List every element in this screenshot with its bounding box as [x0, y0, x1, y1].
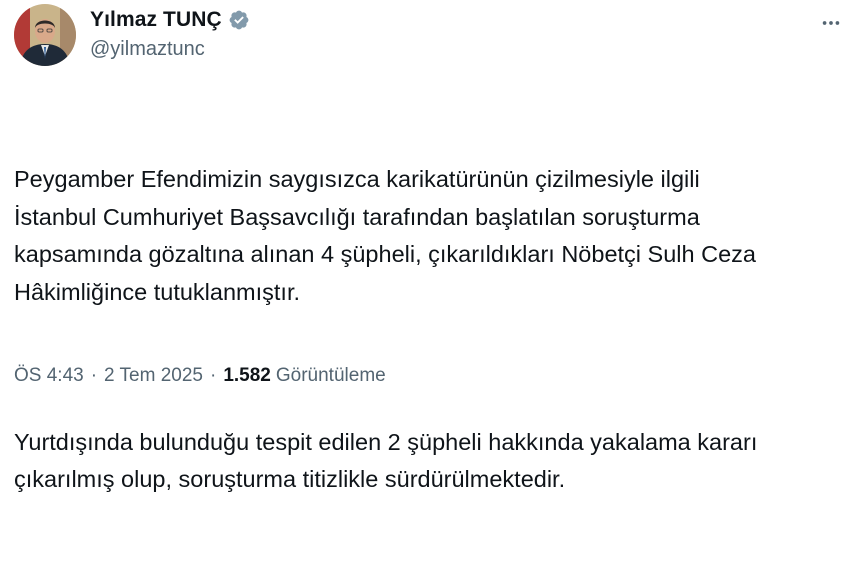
meta-separator: · — [210, 365, 217, 386]
tweet-time[interactable]: ÖS 4:43 — [14, 365, 84, 387]
author-name-row: Yılmaz TUNÇ — [90, 6, 250, 34]
views-count: 1.582 — [223, 365, 271, 386]
avatar[interactable] — [14, 4, 76, 66]
more-options-icon[interactable] — [814, 6, 848, 40]
tweet-paragraph: Peygamber Efendimizin saygısızca karikat… — [14, 166, 756, 305]
meta-separator: · — [90, 365, 98, 386]
display-name[interactable]: Yılmaz TUNÇ — [90, 8, 222, 32]
tweet-paragraph: Yurtdışında bulunduğu tespit edilen 2 şü… — [14, 428, 758, 493]
tweet-date[interactable]: 2 Tem 2025 — [104, 365, 203, 387]
avatar-image — [14, 4, 76, 66]
views-label: Görüntüleme — [275, 365, 386, 386]
verified-badge-icon — [228, 9, 250, 31]
tweet: Yılmaz TUNÇ @yilmaztunc Peygamber Efendi… — [0, 0, 862, 492]
tweet-meta: ÖS 4:43 · 2 Tem 2025 · 1.582 Görüntüleme — [14, 365, 386, 387]
tweet-text: Peygamber Efendimizin saygısızca karikat… — [14, 86, 849, 574]
user-handle[interactable]: @yilmaztunc — [90, 38, 205, 61]
